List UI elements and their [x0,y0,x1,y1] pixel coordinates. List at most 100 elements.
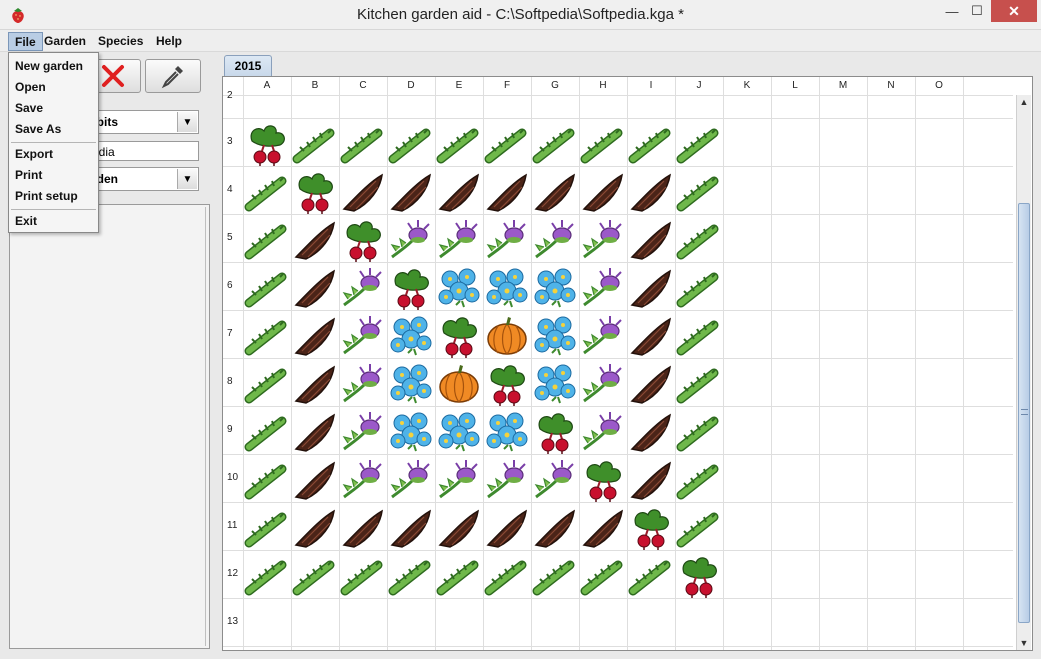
thistle-icon[interactable] [532,457,578,503]
chicory-icon[interactable] [532,169,578,215]
asparagus-icon[interactable] [388,121,434,167]
chicory-icon[interactable] [388,169,434,215]
pumpkin-icon[interactable] [436,361,482,407]
chicory-icon[interactable] [628,313,674,359]
beet-icon[interactable] [388,265,434,311]
chevron-down-icon[interactable]: ▼ [177,169,197,189]
eyedropper-button[interactable] [145,59,201,93]
chicory-icon[interactable] [580,169,626,215]
chicory-icon[interactable] [292,457,338,503]
thistle-icon[interactable] [484,457,530,503]
asparagus-icon[interactable] [676,121,722,167]
borage-icon[interactable] [484,265,530,311]
asparagus-icon[interactable] [676,457,722,503]
menu-help[interactable]: Help [150,32,188,51]
chicory-icon[interactable] [436,505,482,551]
thistle-icon[interactable] [388,217,434,263]
chicory-icon[interactable] [628,265,674,311]
asparagus-icon[interactable] [484,553,530,599]
close-button[interactable]: ✕ [991,0,1037,22]
asparagus-icon[interactable] [676,169,722,215]
borage-icon[interactable] [388,409,434,455]
maximize-button[interactable]: ☐ [963,0,991,22]
asparagus-icon[interactable] [532,121,578,167]
menu-item-print[interactable]: Print [9,165,98,185]
tab-year[interactable]: 2015 [224,55,272,76]
chicory-icon[interactable] [484,505,530,551]
chicory-icon[interactable] [532,505,578,551]
beet-icon[interactable] [436,313,482,359]
chicory-icon[interactable] [292,313,338,359]
thistle-icon[interactable] [580,313,626,359]
thistle-icon[interactable] [580,409,626,455]
asparagus-icon[interactable] [532,553,578,599]
chicory-icon[interactable] [628,457,674,503]
beet-icon[interactable] [580,457,626,503]
asparagus-icon[interactable] [244,457,290,503]
beet-icon[interactable] [340,217,386,263]
asparagus-icon[interactable] [244,265,290,311]
thistle-icon[interactable] [532,217,578,263]
chicory-icon[interactable] [340,169,386,215]
chicory-icon[interactable] [628,217,674,263]
beet-icon[interactable] [292,169,338,215]
menu-item-open[interactable]: Open [9,77,98,97]
thistle-icon[interactable] [388,457,434,503]
scroll-up-icon[interactable]: ▲ [1017,95,1031,109]
asparagus-icon[interactable] [292,121,338,167]
asparagus-icon[interactable] [676,409,722,455]
asparagus-icon[interactable] [292,553,338,599]
chicory-icon[interactable] [292,505,338,551]
chicory-icon[interactable] [292,409,338,455]
asparagus-icon[interactable] [484,121,530,167]
menu-garden[interactable]: Garden [38,32,92,51]
thistle-icon[interactable] [580,265,626,311]
beet-icon[interactable] [484,361,530,407]
menu-item-new-garden[interactable]: New garden [9,56,98,76]
borage-icon[interactable] [436,409,482,455]
menu-item-exit[interactable]: Exit [9,211,98,231]
thistle-icon[interactable] [340,457,386,503]
garden-grid[interactable]: A B C D E F G H I J K L M N O 2 3 4 5 6 7 8 9 10 11 12 13 ▲ ▼ [222,76,1033,651]
asparagus-icon[interactable] [436,121,482,167]
thistle-icon[interactable] [340,265,386,311]
menu-item-save-as[interactable]: Save As [9,119,98,139]
chicory-icon[interactable] [436,169,482,215]
menu-species[interactable]: Species [92,32,149,51]
thistle-icon[interactable] [340,361,386,407]
chicory-icon[interactable] [628,169,674,215]
scroll-down-icon[interactable]: ▼ [1017,636,1031,650]
asparagus-icon[interactable] [676,217,722,263]
asparagus-icon[interactable] [628,121,674,167]
chicory-icon[interactable] [340,505,386,551]
asparagus-icon[interactable] [340,121,386,167]
borage-icon[interactable] [532,265,578,311]
thistle-icon[interactable] [484,217,530,263]
asparagus-icon[interactable] [628,553,674,599]
asparagus-icon[interactable] [244,361,290,407]
chicory-icon[interactable] [580,505,626,551]
asparagus-icon[interactable] [340,553,386,599]
thistle-icon[interactable] [580,217,626,263]
asparagus-icon[interactable] [244,169,290,215]
thistle-icon[interactable] [436,457,482,503]
asparagus-icon[interactable] [676,361,722,407]
asparagus-icon[interactable] [388,553,434,599]
asparagus-icon[interactable] [244,217,290,263]
menu-item-print-setup[interactable]: Print setup [9,186,98,206]
chicory-icon[interactable] [292,217,338,263]
borage-icon[interactable] [388,313,434,359]
minimize-button[interactable]: — [938,0,966,22]
beet-icon[interactable] [532,409,578,455]
menu-item-save[interactable]: Save [9,98,98,118]
chicory-icon[interactable] [628,409,674,455]
chicory-icon[interactable] [484,169,530,215]
chicory-icon[interactable] [628,361,674,407]
beet-icon[interactable] [628,505,674,551]
thistle-icon[interactable] [436,217,482,263]
thistle-icon[interactable] [580,361,626,407]
pumpkin-icon[interactable] [484,313,530,359]
asparagus-icon[interactable] [676,313,722,359]
asparagus-icon[interactable] [244,409,290,455]
asparagus-icon[interactable] [244,505,290,551]
